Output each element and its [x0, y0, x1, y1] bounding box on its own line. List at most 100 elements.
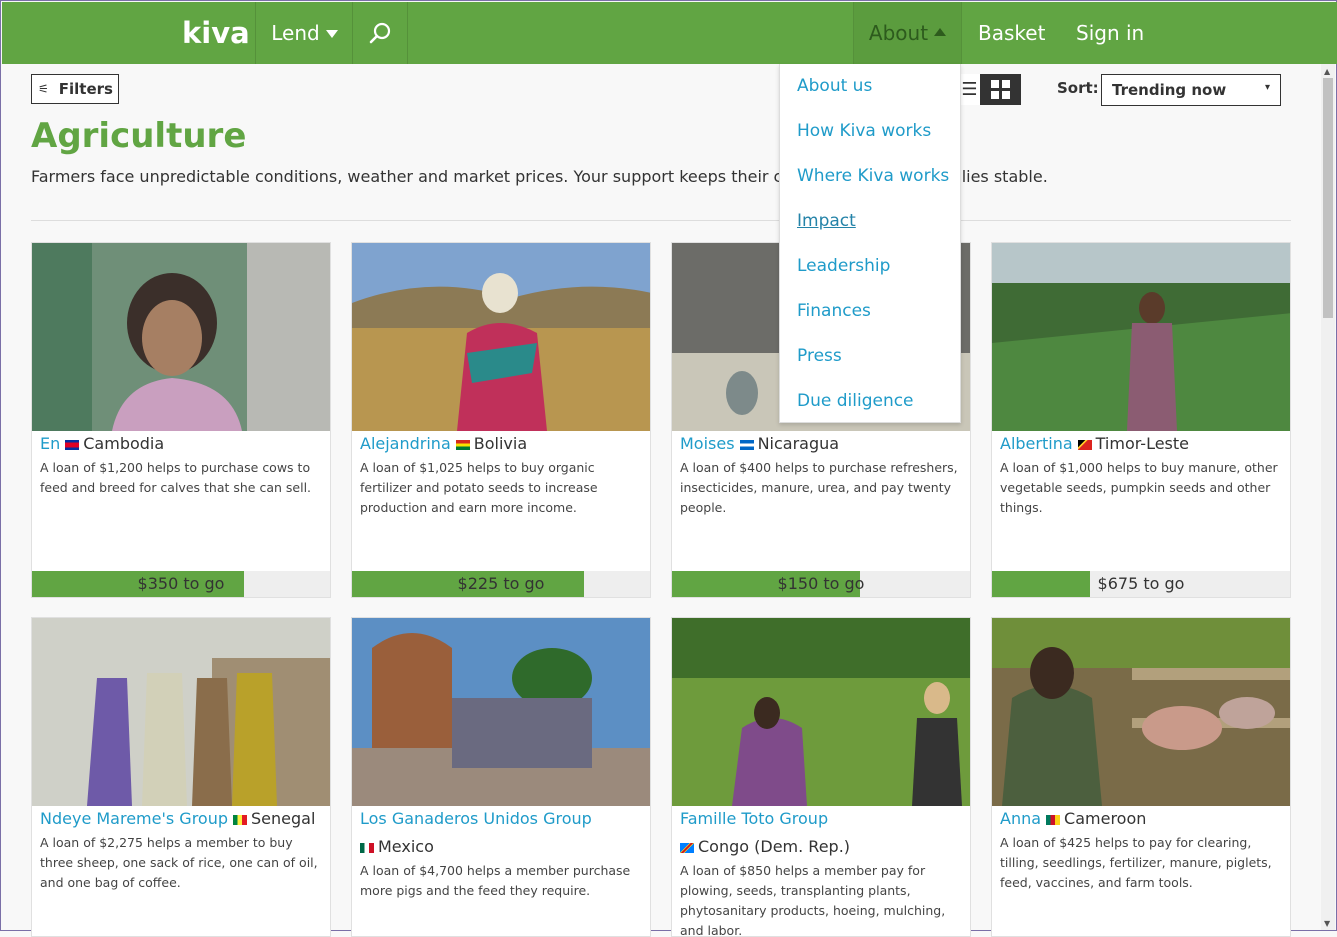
- loan-card[interactable]: Famille Toto Group Congo (Dem. Rep.) A l…: [671, 617, 971, 937]
- loan-card[interactable]: Albertina Timor-Leste A loan of $1,000 he…: [991, 242, 1291, 598]
- timor-leste-flag-icon: [1077, 439, 1092, 450]
- sort-label: Sort:: [1057, 79, 1099, 97]
- select-caret-icon: ▾: [1264, 82, 1270, 93]
- loan-card[interactable]: Los Ganaderos Unidos Group Mexico A loan…: [351, 617, 651, 937]
- loan-description: A loan of $400 helps to purchase refresh…: [680, 460, 958, 515]
- borrower-photo[interactable]: [32, 618, 331, 806]
- divider: [31, 220, 1291, 221]
- list-view-button[interactable]: ☰: [959, 74, 980, 105]
- caret-up-icon: [934, 28, 947, 36]
- menu-item-due-diligence[interactable]: Due diligence: [797, 391, 914, 411]
- scroll-down-icon[interactable]: ▼: [1324, 919, 1330, 928]
- loan-card[interactable]: Ndeye Mareme's Group Senegal A loan of $2…: [31, 617, 331, 937]
- borrower-country-line: Congo (Dem. Rep.): [680, 837, 850, 856]
- loan-card[interactable]: Alejandrina Bolivia A loan of $1,025 help…: [351, 242, 651, 598]
- menu-item-leadership[interactable]: Leadership: [797, 256, 890, 276]
- nav-divider: [961, 2, 962, 64]
- lend-label: Lend: [271, 21, 320, 45]
- borrower-heading: Anna Cameroon: [1000, 809, 1146, 828]
- grid-view-button[interactable]: [980, 74, 1021, 105]
- borrower-country: Senegal: [251, 809, 316, 828]
- borrower-name-link[interactable]: Ndeye Mareme's Group: [40, 809, 228, 828]
- scroll-up-icon[interactable]: ▲: [1324, 67, 1330, 76]
- search-button[interactable]: [353, 2, 407, 64]
- funding-progress-bar: $150 to go: [672, 571, 970, 597]
- congo-flag-icon: [680, 842, 694, 853]
- filters-button[interactable]: ⚟ Filters: [31, 74, 119, 104]
- borrower-heading: Los Ganaderos Unidos Group: [360, 809, 592, 828]
- funding-progress-bar: $675 to go: [992, 571, 1290, 597]
- menu-item-impact[interactable]: Impact: [797, 211, 856, 231]
- loan-description: A loan of $2,275 helps a member to buy t…: [40, 835, 318, 890]
- menu-item-where-kiva-works[interactable]: Where Kiva works: [797, 166, 949, 186]
- borrower-name-link[interactable]: Albertina: [1000, 434, 1073, 453]
- kiva-logo[interactable]: kiva: [182, 2, 250, 64]
- borrower-photo[interactable]: [352, 618, 651, 806]
- senegal-flag-icon: [233, 814, 248, 825]
- borrower-name-link[interactable]: Alejandrina: [360, 434, 451, 453]
- bolivia-flag-icon: [455, 439, 470, 450]
- about-menu-button[interactable]: About: [854, 2, 961, 64]
- borrower-heading: En Cambodia: [40, 434, 164, 453]
- borrower-country: Mexico: [378, 837, 434, 856]
- funding-progress-bar: $225 to go: [352, 571, 650, 597]
- borrower-name-link[interactable]: Famille Toto Group: [680, 809, 828, 828]
- borrower-name-link[interactable]: Anna: [1000, 809, 1041, 828]
- filters-label: Filters: [58, 80, 113, 98]
- page-title: Agriculture: [31, 116, 247, 156]
- borrower-country-line: Mexico: [360, 837, 434, 856]
- borrower-country: Congo (Dem. Rep.): [698, 837, 851, 856]
- menu-item-press[interactable]: Press: [797, 346, 842, 366]
- sort-value: Trending now: [1112, 81, 1227, 99]
- sort-select[interactable]: Trending now ▾: [1101, 74, 1281, 106]
- loan-description: A loan of $4,700 helps a member purchase…: [360, 863, 631, 898]
- cameroon-flag-icon: [1046, 814, 1061, 825]
- menu-item-finances[interactable]: Finances: [797, 301, 871, 321]
- scrollbar-thumb[interactable]: [1323, 78, 1333, 318]
- page-scrollbar[interactable]: ▲ ▼: [1321, 64, 1335, 930]
- about-label: About: [868, 21, 929, 45]
- borrower-name-link[interactable]: Moises: [680, 434, 735, 453]
- sign-in-link[interactable]: Sign in: [1076, 2, 1144, 64]
- borrower-heading: Moises Nicaragua: [680, 434, 839, 453]
- borrower-country: Nicaragua: [757, 434, 840, 453]
- borrower-name-link[interactable]: Los Ganaderos Unidos Group: [360, 809, 592, 828]
- loan-description: A loan of $850 helps a member pay for pl…: [680, 863, 946, 937]
- lend-menu-button[interactable]: Lend: [256, 2, 353, 64]
- borrower-photo[interactable]: [992, 618, 1291, 806]
- borrower-heading: Albertina Timor-Leste: [1000, 434, 1189, 453]
- borrower-heading: Famille Toto Group: [680, 809, 828, 828]
- loan-description: A loan of $1,200 helps to purchase cows …: [40, 460, 312, 495]
- grid-icon: [991, 80, 1010, 99]
- menu-item-about-us[interactable]: About us: [797, 76, 872, 96]
- borrower-country: Timor-Leste: [1095, 434, 1189, 453]
- borrower-photo[interactable]: [352, 243, 651, 431]
- borrower-photo[interactable]: [992, 243, 1291, 431]
- amount-to-go: $150 to go: [777, 574, 865, 593]
- borrower-heading: Alejandrina Bolivia: [360, 434, 527, 453]
- funding-progress-bar: $350 to go: [32, 571, 330, 597]
- loan-description: A loan of $1,000 helps to buy manure, ot…: [1000, 460, 1278, 515]
- borrower-country: Cambodia: [83, 434, 165, 453]
- amount-to-go: $350 to go: [137, 574, 225, 593]
- loan-description: A loan of $425 helps to pay for clearing…: [1000, 835, 1272, 890]
- loan-card[interactable]: Anna Cameroon A loan of $425 helps to pay…: [991, 617, 1291, 937]
- borrower-heading: Ndeye Mareme's Group Senegal: [40, 809, 315, 828]
- basket-link[interactable]: Basket: [978, 2, 1045, 64]
- mexico-flag-icon: [360, 842, 374, 853]
- loan-description: A loan of $1,025 helps to buy organic fe…: [360, 460, 598, 515]
- borrower-photo[interactable]: [32, 243, 331, 431]
- borrower-country: Bolivia: [473, 434, 528, 453]
- nav-divider: [407, 2, 408, 64]
- search-icon: [369, 22, 391, 44]
- sliders-icon: ⚟: [38, 82, 49, 96]
- list-icon: ☰: [961, 79, 978, 100]
- borrower-photo[interactable]: [672, 618, 971, 806]
- about-dropdown-menu: About us How Kiva works Where Kiva works…: [779, 64, 961, 423]
- menu-item-how-kiva-works[interactable]: How Kiva works: [797, 121, 931, 141]
- cambodia-flag-icon: [65, 439, 80, 450]
- amount-to-go: $675 to go: [1097, 574, 1185, 593]
- borrower-name-link[interactable]: En: [40, 434, 60, 453]
- loan-card[interactable]: En Cambodia A loan of $1,200 helps to pur…: [31, 242, 331, 598]
- nicaragua-flag-icon: [739, 439, 754, 450]
